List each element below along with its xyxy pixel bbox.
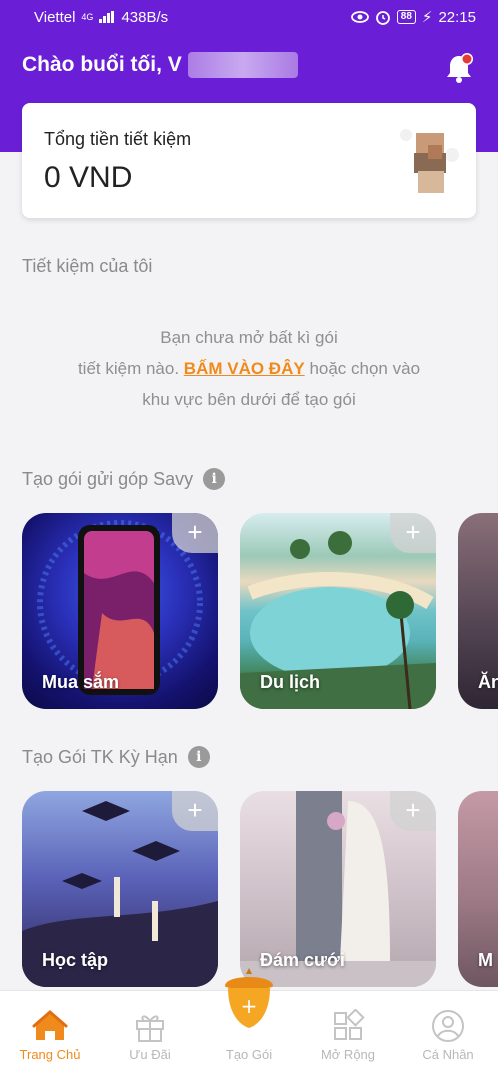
battery-level: 88 xyxy=(396,10,416,24)
card-label: Ăn xyxy=(478,672,498,692)
term-card-other[interactable]: + M xyxy=(458,791,498,987)
nav-home[interactable]: Trang Chủ xyxy=(0,991,100,1080)
my-savings-title: Tiết kiệm của tôi xyxy=(22,256,153,276)
charging-icon: ⚡ xyxy=(421,9,433,26)
nav-profile-label: Cá Nhân xyxy=(422,1047,474,1062)
username-blurred xyxy=(187,52,298,78)
status-bar: Viettel 4G 438B/s 88 ⚡ 22:15 xyxy=(0,0,498,34)
profile-icon xyxy=(432,1010,464,1042)
empty-savings-message: Bạn chưa mở bất kì gói tiết kiệm nào. BẤ… xyxy=(77,328,421,409)
home-icon xyxy=(32,1010,68,1040)
fab-plus: + xyxy=(241,994,258,1018)
card-label: Mua sắm xyxy=(42,672,120,692)
card-label: M xyxy=(478,950,493,970)
info-icon[interactable]: i xyxy=(203,468,226,490)
info-icon[interactable]: i xyxy=(187,746,210,768)
add-icon[interactable]: + xyxy=(390,513,436,553)
signal-icon xyxy=(99,11,115,23)
add-icon[interactable]: + xyxy=(172,513,218,553)
acorn-illustration-icon xyxy=(400,129,459,193)
card-label: Học tập xyxy=(42,950,109,970)
nav-expand[interactable]: Mở Rộng xyxy=(298,991,398,1080)
network-speed: 438B/s xyxy=(121,8,169,26)
bell-icon[interactable] xyxy=(444,52,474,84)
savy-card-row: + Mua sắm + Du lịch + Ăn xyxy=(22,513,498,709)
nav-home-label: Trang Chủ xyxy=(19,1047,81,1062)
total-savings-title: Tổng tiền tiết kiệm xyxy=(44,129,192,149)
savy-section-title: Tạo gói gửi góp Savy i xyxy=(22,468,226,490)
savy-card-shopping[interactable]: + Mua sắm xyxy=(22,513,218,709)
nav-expand-label: Mở Rộng xyxy=(320,1047,376,1062)
nav-profile[interactable]: Cá Nhân xyxy=(398,991,498,1080)
nav-offers[interactable]: Ưu Đãi xyxy=(100,991,200,1080)
nav-offers-label: Ưu Đãi xyxy=(129,1047,171,1062)
greeting: Chào buổi tối, V xyxy=(22,52,298,78)
add-icon[interactable]: + xyxy=(172,791,218,831)
acorn-plus-icon[interactable]: + xyxy=(221,966,277,1030)
network-type: 4G xyxy=(81,12,94,22)
greeting-text: Chào buổi tối, V xyxy=(22,53,182,76)
card-label: Du lịch xyxy=(260,672,321,692)
carrier-name: Viettel xyxy=(34,8,76,26)
nav-create-label: Tạo Gói xyxy=(225,1047,273,1062)
eye-icon xyxy=(350,11,369,23)
create-package-link[interactable]: BẤM VÀO ĐÂY xyxy=(184,359,305,378)
alarm-icon xyxy=(375,11,390,25)
term-card-wedding[interactable]: + Đám cưới xyxy=(240,791,436,987)
clock-time: 22:15 xyxy=(438,8,476,26)
total-savings-card[interactable]: Tổng tiền tiết kiệm 0 VND xyxy=(22,103,476,218)
add-icon[interactable]: + xyxy=(390,791,436,831)
savy-card-food[interactable]: + Ăn xyxy=(458,513,498,709)
grid-icon xyxy=(334,1009,365,1040)
total-savings-amount: 0 VND xyxy=(44,161,133,194)
term-section-title: Tạo Gói TK Kỳ Hạn i xyxy=(22,746,210,768)
term-card-study[interactable]: + Học tập xyxy=(22,791,218,987)
savy-card-travel[interactable]: + Du lịch xyxy=(240,513,436,709)
gift-icon xyxy=(136,1015,164,1042)
term-card-row: + Học tập + Đám cưới + M xyxy=(22,791,498,987)
